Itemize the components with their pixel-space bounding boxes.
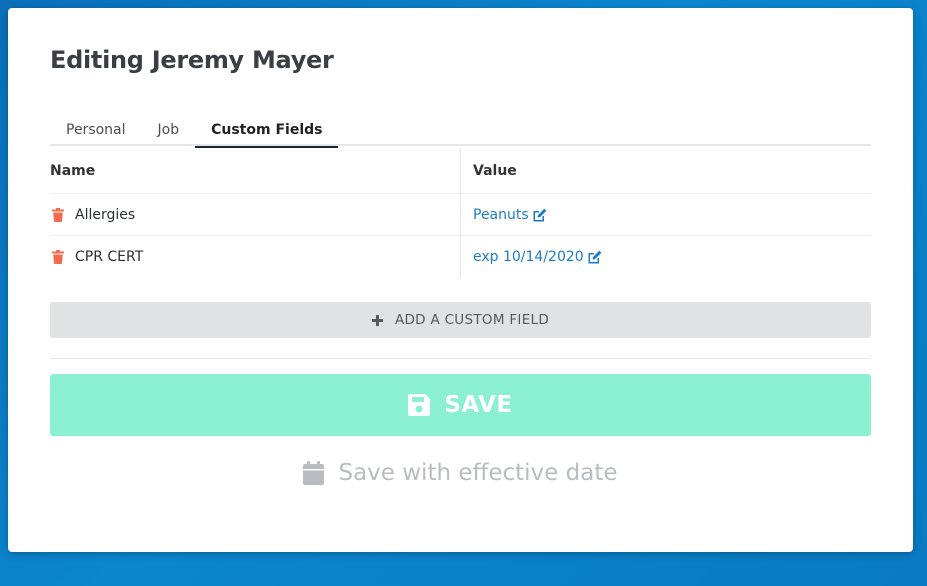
field-value-label: Peanuts	[473, 206, 529, 223]
tab-bar: Personal Job Custom Fields	[50, 114, 871, 148]
save-effective-date-label: Save with effective date	[338, 460, 618, 486]
table-row: Allergies Peanuts	[50, 194, 871, 236]
field-name-label: Allergies	[75, 206, 136, 223]
add-custom-field-label: ADD A CUSTOM FIELD	[394, 312, 550, 328]
tab-personal[interactable]: Personal	[50, 114, 142, 146]
trash-icon[interactable]	[52, 207, 64, 222]
field-value-link[interactable]: exp 10/14/2020	[473, 249, 602, 265]
divider	[50, 358, 871, 359]
add-custom-field-button[interactable]: ADD A CUSTOM FIELD	[50, 302, 871, 338]
column-header-name: Name	[50, 148, 461, 193]
floppy-disk-icon	[408, 394, 431, 416]
column-header-value: Value	[473, 162, 517, 179]
field-name-cell: CPR CERT	[50, 236, 461, 278]
field-value-link[interactable]: Peanuts	[473, 207, 547, 223]
edit-employee-card: Editing Jeremy Mayer Personal Job Custom…	[8, 8, 913, 552]
trash-icon[interactable]	[52, 250, 64, 264]
edit-icon[interactable]	[532, 208, 547, 222]
field-value-cell: Peanuts	[461, 194, 871, 235]
page-title: Editing Jeremy Mayer	[50, 46, 334, 74]
save-with-effective-date-button[interactable]: Save with effective date	[50, 456, 871, 490]
field-value-label: exp 10/14/2020	[473, 249, 584, 265]
tab-job[interactable]: Job	[142, 114, 196, 146]
tab-custom-fields[interactable]: Custom Fields	[195, 114, 339, 148]
edit-icon[interactable]	[587, 250, 602, 264]
table-header-row: Name Value	[50, 148, 871, 194]
calendar-icon	[303, 461, 325, 485]
plus-icon	[371, 314, 383, 326]
field-name-label: CPR CERT	[75, 249, 144, 265]
save-label: SAVE	[444, 392, 513, 418]
field-name-cell: Allergies	[50, 194, 461, 235]
field-value-cell: exp 10/14/2020	[461, 236, 871, 278]
table-row: CPR CERT exp 10/14/2020	[50, 236, 871, 278]
custom-fields-table: Name Value Allergies Peanuts CPR CERT ex…	[50, 148, 871, 278]
save-button[interactable]: SAVE	[50, 374, 871, 436]
